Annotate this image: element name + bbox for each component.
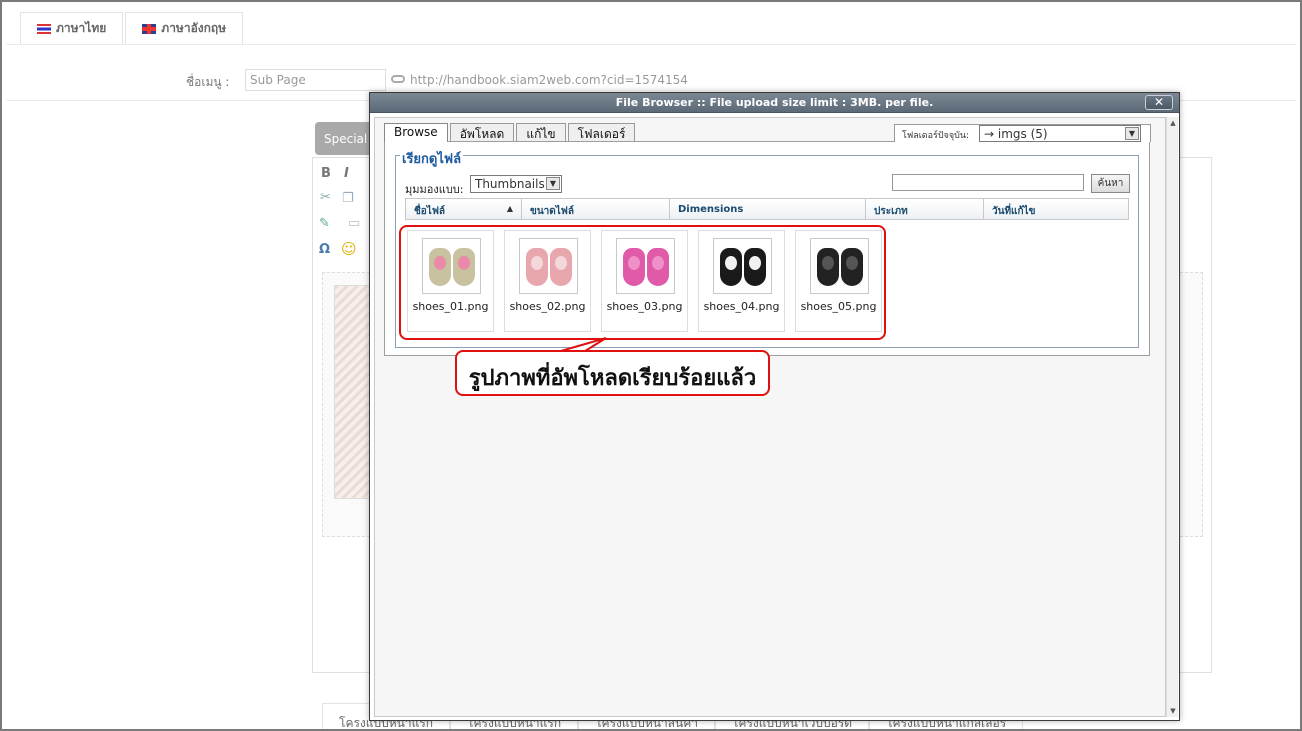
close-button[interactable]: ✕: [1145, 95, 1173, 110]
vertical-scrollbar[interactable]: ▲ ▼: [1166, 117, 1178, 717]
scroll-down-icon[interactable]: ▼: [1167, 705, 1179, 717]
content-image: [334, 285, 374, 499]
view-mode-value: Thumbnails: [475, 177, 545, 191]
tab-edit[interactable]: แก้ไข: [516, 123, 566, 141]
callout-text: รูปภาพที่อัพโหลดเรียบร้อยแล้ว: [468, 366, 757, 391]
column-size[interactable]: ขนาดไฟล์: [522, 199, 670, 219]
tab-english[interactable]: ภาษาอังกฤษ: [125, 12, 244, 44]
tab-folder[interactable]: โฟลเดอร์: [567, 123, 636, 141]
menu-name-input[interactable]: Sub Page: [245, 69, 386, 91]
menu-name-label: ชื่อเมนู :: [186, 75, 230, 89]
cut-icon[interactable]: ✂: [320, 190, 331, 205]
omega-icon[interactable]: Ω: [319, 242, 330, 257]
search-input[interactable]: [892, 174, 1084, 191]
column-modified[interactable]: วันที่แก้ไข: [984, 199, 1128, 219]
language-tabs: ภาษาไทย ภาษาอังกฤษ: [20, 12, 244, 44]
column-filename-label: ชื่อไฟล์: [414, 206, 446, 217]
special-tab-button[interactable]: Special: [315, 122, 375, 155]
current-folder-value: → imgs (5): [984, 127, 1048, 141]
copy-icon[interactable]: ❐: [342, 191, 354, 206]
scroll-up-icon[interactable]: ▲: [1167, 117, 1179, 129]
column-filename[interactable]: ชื่อไฟล์ ▲: [406, 199, 522, 219]
menu-name-row: ชื่อเมนู : Sub Page http://handbook.siam…: [2, 69, 1300, 91]
file-list-header: ชื่อไฟล์ ▲ ขนาดไฟล์ Dimensions ประเภท วั…: [405, 198, 1129, 220]
table-icon[interactable]: ▭: [348, 216, 360, 231]
file-browser-dialog: File Browser :: File upload size limit :…: [369, 92, 1180, 721]
divider: [6, 44, 1296, 45]
view-mode-label: มุมมองแบบ:: [405, 183, 464, 196]
column-type[interactable]: ประเภท: [866, 199, 984, 219]
highlight-box: [399, 225, 886, 340]
browse-legend: เรียกดูไฟล์: [400, 148, 464, 169]
current-folder-box: โฟลเดอร์ปัจจุบัน: → imgs (5) ▼: [894, 124, 1151, 142]
tab-upload[interactable]: อัพโหลด: [449, 123, 515, 141]
dialog-titlebar[interactable]: File Browser :: File upload size limit :…: [370, 93, 1179, 113]
search-button[interactable]: ค้นหา: [1091, 174, 1130, 193]
view-mode-select[interactable]: Thumbnails ▼: [470, 175, 562, 193]
tab-thai-label: ภาษาไทย: [56, 21, 107, 35]
chevron-down-icon[interactable]: ▼: [1125, 127, 1139, 140]
file-browser-tabs: Browse อัพโหลด แก้ไข โฟลเดอร์: [384, 123, 636, 142]
smiley-icon[interactable]: ☺: [341, 240, 357, 258]
app-frame: ภาษาไทย ภาษาอังกฤษ ชื่อเมนู : Sub Page h…: [0, 0, 1302, 731]
current-folder-label: โฟลเดอร์ปัจจุบัน:: [902, 131, 970, 141]
current-folder-select[interactable]: → imgs (5) ▼: [979, 125, 1141, 142]
thai-flag-icon: [37, 23, 51, 34]
tab-browse[interactable]: Browse: [384, 123, 448, 142]
page-url[interactable]: http://handbook.siam2web.com?cid=1574154: [410, 73, 688, 87]
chevron-down-icon[interactable]: ▼: [546, 177, 560, 190]
bold-icon[interactable]: B: [321, 166, 331, 181]
edit-icon[interactable]: ✎: [319, 216, 330, 231]
uk-flag-icon: [142, 23, 157, 34]
sort-asc-icon: ▲: [506, 204, 513, 213]
callout-label: รูปภาพที่อัพโหลดเรียบร้อยแล้ว: [455, 350, 770, 396]
tab-english-label: ภาษาอังกฤษ: [161, 21, 227, 35]
italic-icon[interactable]: I: [344, 166, 349, 181]
column-dimensions[interactable]: Dimensions: [670, 199, 866, 219]
tab-thai[interactable]: ภาษาไทย: [20, 12, 124, 44]
dialog-title: File Browser :: File upload size limit :…: [615, 96, 934, 109]
link-icon: [391, 75, 405, 83]
